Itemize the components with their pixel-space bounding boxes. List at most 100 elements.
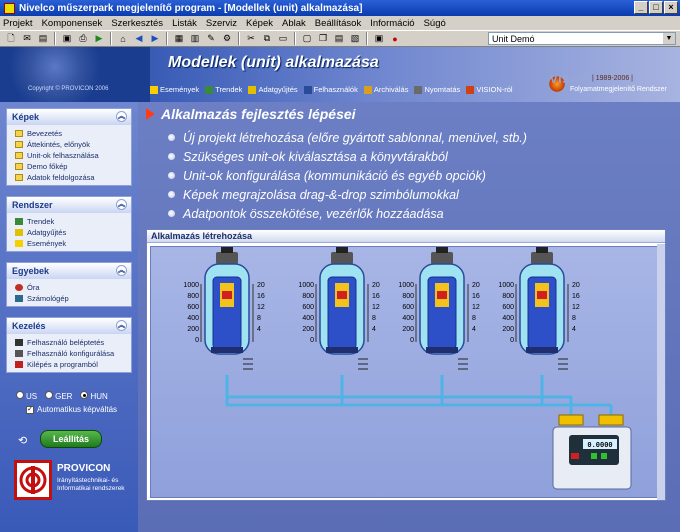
collapse-icon[interactable]: ︽ <box>116 199 127 210</box>
sensor-cap <box>221 247 233 253</box>
window-title[interactable]: Alkalmazás létrehozása <box>147 230 665 243</box>
cut-icon[interactable]: ✂ <box>244 32 258 45</box>
panel-header[interactable]: Egyebek ︽ <box>7 263 131 279</box>
nav-esemenyek[interactable]: Események <box>150 85 199 94</box>
sidebar-item-bevezetes[interactable]: Bevezetés <box>15 128 131 139</box>
lightning-icon <box>15 240 23 247</box>
menu-kepek[interactable]: Képek <box>246 18 273 29</box>
menu-szerviz[interactable]: Szerviz <box>206 18 237 29</box>
sidebar-item-kilepes[interactable]: Kilépés a programból <box>15 359 131 370</box>
item-label: Felhasználó konfigurálása <box>27 349 115 358</box>
scale-tick-right: 16 <box>372 293 380 300</box>
scale-tick-left: 800 <box>187 293 199 300</box>
nav-adatgyujtes[interactable]: Adatgyűjtés <box>248 85 298 94</box>
process-diagram: 1000800600400200020161284100080060040020… <box>183 247 632 490</box>
scale-tick-left: 400 <box>402 315 414 322</box>
scale-tick-right: 8 <box>572 315 576 322</box>
banner: Modellek (unit) alkalmazása Copyright © … <box>0 47 680 102</box>
bullet-icon <box>168 172 175 179</box>
vertical-scrollbar[interactable] <box>657 244 665 500</box>
sidebar-item-szamologep[interactable]: Számológép <box>15 293 131 304</box>
nav-nyomtatas[interactable]: Nyomtatás <box>414 85 460 94</box>
collapse-icon[interactable]: ︽ <box>116 265 127 276</box>
panel-header[interactable]: Rendszer ︽ <box>7 197 131 213</box>
sidebar-item-trendek[interactable]: Trendek <box>15 216 131 227</box>
run-icon[interactable]: ▶ <box>92 32 106 45</box>
stop-button[interactable]: Leállítás <box>40 430 102 448</box>
back-icon[interactable]: ◀ <box>132 32 146 45</box>
menu-sugo[interactable]: Súgó <box>424 18 446 29</box>
window-icon[interactable]: ▢ <box>300 32 314 45</box>
menu-szerkesztes[interactable]: Szerkesztés <box>111 18 163 29</box>
company-subtitle: Irányítástechnikai- és Informatikai rends… <box>57 477 125 493</box>
sidebar-item-adatok[interactable]: Adatok feldolgozása <box>15 172 131 183</box>
menu-bar: Projekt Komponensek Szerkesztés Listák S… <box>0 16 680 30</box>
bullet-icon <box>168 134 175 141</box>
sidebar-item-belepes[interactable]: Felhasználó beléptetés <box>15 337 131 348</box>
tank-base <box>526 347 558 353</box>
menu-projekt[interactable]: Projekt <box>3 18 33 29</box>
nav-vision[interactable]: VISION-ról <box>466 85 513 94</box>
maximize-button[interactable]: □ <box>649 1 663 14</box>
scale-tick-right: 12 <box>372 304 380 311</box>
arrange-icon[interactable]: ▧ <box>348 32 362 45</box>
sidebar-item-demo[interactable]: Demo főkép <box>15 161 131 172</box>
scale-tick-left: 200 <box>302 326 314 333</box>
chevron-down-icon[interactable]: ▼ <box>663 33 675 44</box>
sidebar-item-konfig[interactable]: Felhasználó konfigurálása <box>15 348 131 359</box>
lang-ger[interactable]: GER <box>45 391 72 401</box>
level-marker <box>537 291 547 299</box>
menu-beallitasok[interactable]: Beállítások <box>315 18 361 29</box>
sidebar-item-esemenyek[interactable]: Események <box>15 238 131 249</box>
chart-icon[interactable]: ▥ <box>188 32 202 45</box>
exit-icon <box>15 361 23 368</box>
monitor-icon[interactable]: ▣ <box>372 32 386 45</box>
paste-icon[interactable]: ▭ <box>276 32 290 45</box>
cascade-icon[interactable]: ❐ <box>316 32 330 45</box>
nav-trendek[interactable]: Trendek <box>205 85 242 94</box>
printer-icon <box>414 85 423 94</box>
scale-tick-right: 16 <box>257 293 265 300</box>
bullet-icon <box>168 191 175 198</box>
grid-icon[interactable]: ▦ <box>172 32 186 45</box>
menu-ablak[interactable]: Ablak <box>282 18 306 29</box>
sidebar-item-ora[interactable]: Óra <box>15 282 131 293</box>
trend-icon <box>205 85 214 94</box>
unit-select[interactable]: Unit Demó ▼ <box>488 32 676 45</box>
sidebar-item-attekintes[interactable]: Áttekintés, előnyök <box>15 139 131 150</box>
step-text: Képek megrajzolása drag-&-drop szimbólum… <box>183 187 459 202</box>
print-icon[interactable]: ⎙ <box>76 32 90 45</box>
open-icon[interactable]: ✉ <box>20 32 34 45</box>
close-button[interactable]: × <box>664 1 678 14</box>
sidebar-item-unit-ok[interactable]: Unit-ok felhasználása <box>15 150 131 161</box>
home-icon[interactable]: ⌂ <box>116 32 130 45</box>
new-icon[interactable]: 🗋 <box>4 32 18 45</box>
collapse-icon[interactable]: ︽ <box>116 320 127 331</box>
menu-listak[interactable]: Listák <box>172 18 197 29</box>
save-icon[interactable]: ▣ <box>60 32 74 45</box>
scale-tick-right: 16 <box>472 293 480 300</box>
tile-icon[interactable]: ▤ <box>332 32 346 45</box>
copy-icon[interactable]: ⧉ <box>260 32 274 45</box>
tools-icon[interactable]: ⚙ <box>220 32 234 45</box>
stop-icon[interactable]: ● <box>388 32 402 45</box>
steps-list: Új projekt létrehozása (előre gyártott s… <box>168 128 527 223</box>
nav-archivalas[interactable]: Archiválás <box>363 85 408 94</box>
lang-hun[interactable]: HUN <box>80 391 108 401</box>
sensor-cap <box>336 247 348 253</box>
forward-icon[interactable]: ▶ <box>148 32 162 45</box>
auto-switch-checkbox[interactable]: ✓ Automatikus képváltás <box>26 405 117 414</box>
minimize-button[interactable]: _ <box>634 1 648 14</box>
sidebar-item-adatgyujtes[interactable]: Adatgyűjtés <box>15 227 131 238</box>
edit-icon[interactable]: ✎ <box>204 32 218 45</box>
refresh-icon[interactable]: ⟲ <box>18 434 27 447</box>
menu-informacio[interactable]: Információ <box>370 18 414 29</box>
collapse-icon[interactable]: ︽ <box>116 111 127 122</box>
panel-header[interactable]: Kezelés ︽ <box>7 318 131 334</box>
menu-komponensek[interactable]: Komponensek <box>42 18 103 29</box>
panel-title: Rendszer <box>12 200 53 210</box>
lang-us[interactable]: US <box>16 391 37 401</box>
folder-icon[interactable]: ▤ <box>36 32 50 45</box>
nav-felhasznalok[interactable]: Felhasználók <box>303 85 358 94</box>
panel-header[interactable]: Képek ︽ <box>7 109 131 125</box>
